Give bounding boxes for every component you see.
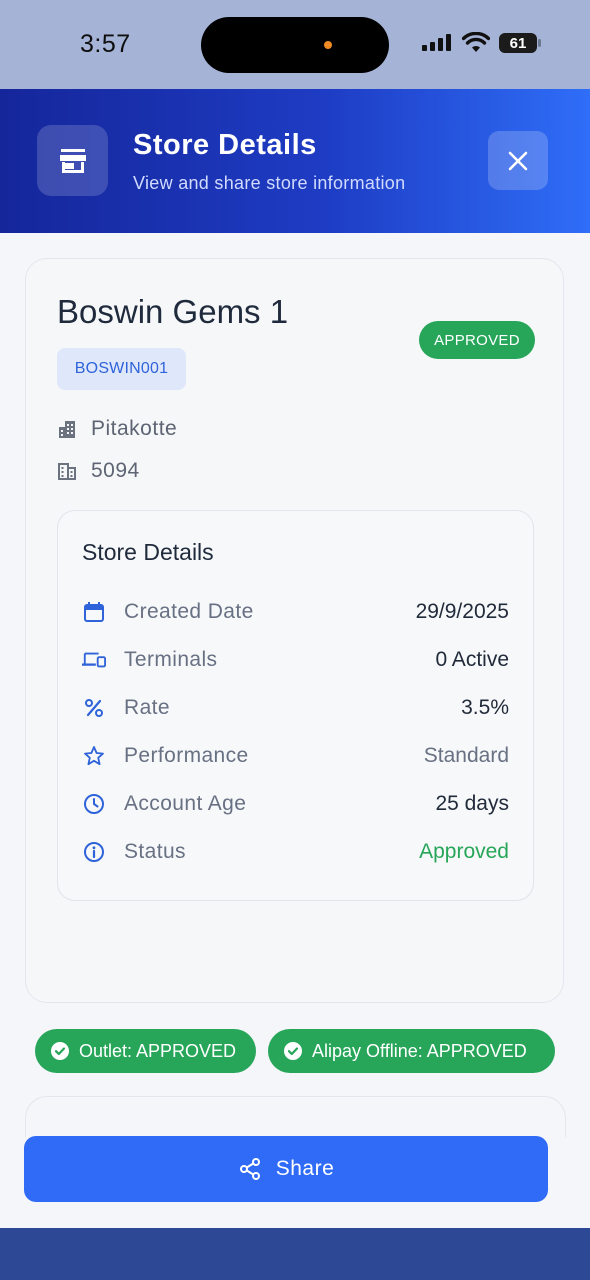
star-icon xyxy=(82,744,106,768)
close-icon xyxy=(508,151,528,170)
details-panel: Store Details Created Date 29/9/2025 Ter… xyxy=(57,510,534,901)
postal-text: 5094 xyxy=(91,459,140,482)
check-circle-icon xyxy=(284,1042,302,1060)
modal-header: Store Details View and share store infor… xyxy=(0,89,590,233)
chip-label: Outlet: APPROVED xyxy=(79,1040,237,1061)
store-code: BOSWIN001 xyxy=(57,348,186,390)
detail-row-created-date: Created Date 29/9/2025 xyxy=(82,597,509,627)
status-badge: APPROVED xyxy=(419,321,535,359)
row-label: Account Age xyxy=(124,792,247,815)
row-label: Created Date xyxy=(124,600,254,623)
privacy-indicator xyxy=(324,41,332,49)
share-label: Share xyxy=(275,1157,335,1180)
detail-row-rate: Rate 3.5% xyxy=(82,693,509,723)
share-icon xyxy=(239,1158,260,1180)
outlet-status-chip: Outlet: APPROVED xyxy=(35,1029,256,1073)
wifi-icon xyxy=(462,32,490,52)
detail-row-terminals: Terminals 0 Active xyxy=(82,645,509,675)
row-value: 3.5% xyxy=(461,696,509,719)
row-value: 25 days xyxy=(435,792,509,815)
row-label: Status xyxy=(124,840,186,863)
row-value: Standard xyxy=(423,744,509,767)
calendar-icon xyxy=(82,600,106,624)
city-text: Pitakotte xyxy=(91,417,178,440)
row-label: Rate xyxy=(124,696,170,719)
detail-row-performance: Performance Standard xyxy=(82,741,509,771)
chip-label: Alipay Offline: APPROVED xyxy=(312,1040,527,1061)
details-title: Store Details xyxy=(82,539,214,565)
row-value: 0 Active xyxy=(435,648,509,671)
footer-bar xyxy=(0,1228,590,1280)
battery-nub xyxy=(538,39,541,47)
store-name: Boswin Gems 1 xyxy=(57,293,289,330)
row-value: 29/9/2025 xyxy=(415,600,509,623)
next-card-peek xyxy=(25,1096,566,1137)
share-button[interactable]: Share xyxy=(24,1136,548,1202)
detail-row-status: Status Approved xyxy=(82,837,509,867)
devices-icon xyxy=(82,648,106,672)
modal-subtitle: View and share store information xyxy=(133,173,406,193)
row-label: Performance xyxy=(124,744,249,767)
city-line: Pitakotte xyxy=(57,417,177,441)
info-icon xyxy=(82,840,106,864)
percent-icon xyxy=(82,696,106,720)
store-card: Boswin Gems 1 APPROVED BOSWIN001 Pitakot… xyxy=(25,258,564,1003)
status-time: 3:57 xyxy=(80,30,131,58)
row-value: Approved xyxy=(419,840,509,863)
clock-icon xyxy=(82,792,106,816)
city-icon xyxy=(59,421,75,438)
postal-line: 5094 xyxy=(57,459,140,483)
store-icon-box xyxy=(37,125,108,196)
cellular-signal-icon xyxy=(422,34,451,51)
row-label: Terminals xyxy=(124,648,218,671)
detail-row-account-age: Account Age 25 days xyxy=(82,789,509,819)
battery-icon: 61 xyxy=(499,33,537,53)
check-circle-icon xyxy=(51,1042,69,1060)
alipay-status-chip: Alipay Offline: APPROVED xyxy=(268,1029,555,1073)
dynamic-island xyxy=(201,17,389,73)
modal-title: Store Details xyxy=(133,129,317,161)
store-icon xyxy=(59,148,86,173)
building-icon xyxy=(58,463,76,480)
close-button[interactable] xyxy=(488,131,548,190)
